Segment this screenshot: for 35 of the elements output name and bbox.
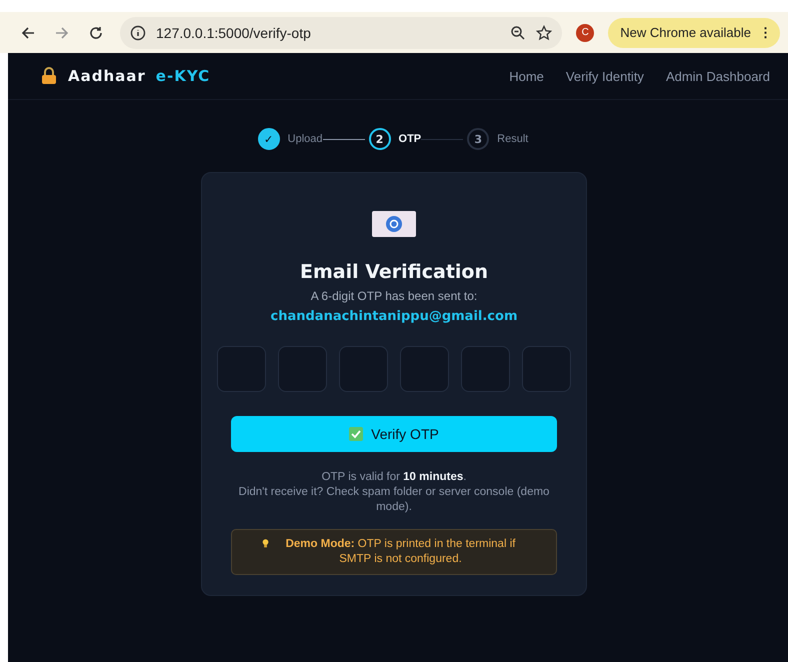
otp-digit-field[interactable] [400,346,449,392]
step-label: Result [497,133,528,145]
otp-digit-field[interactable] [522,346,571,392]
notice-text: Demo Mode: OTP is printed in the terminal if SMTP is not configured. [284,536,516,567]
verify-otp-button[interactable]: Verify OTP [231,416,557,452]
step-label: OTP [398,133,422,145]
otp-digit-field[interactable] [461,346,510,392]
otp-digit-field[interactable] [278,346,327,392]
nav-link[interactable]: Verify Identity [566,68,644,84]
bulb-icon [262,536,270,550]
profile-avatar[interactable]: C [576,24,594,42]
otp-digit-field[interactable] [217,346,266,392]
nav-link[interactable]: Admin Dashboard [666,68,770,84]
sent-message: A 6-digit OTP has been sent to: [310,289,478,303]
email-address: chandanachintanippu@gmail.com [270,309,518,324]
validity-text: OTP is valid for 10 minutes. [320,470,468,485]
zoom-icon[interactable] [510,24,526,40]
info-icon [130,24,146,40]
check-icon [349,427,364,441]
step-label: Upload [288,133,323,145]
brand-accent: e-KYC [156,67,210,85]
otp-digit-field[interactable] [339,346,388,392]
help-text: Didn't receive it? Check spam folder or server console (demo mode). [238,484,550,515]
step-marker: 3 [467,128,490,150]
brand-name: Aadhaar [68,67,146,85]
nav-link[interactable]: Home [509,68,544,84]
star-icon[interactable] [536,24,552,40]
url-text: 127.0.0.1:5000/verify-otp [156,24,312,40]
card-title: Email Verification [300,261,488,283]
update-button[interactable]: New Chrome available ⋮ [608,18,780,48]
envelope-icon [372,211,416,237]
lock-icon [40,67,58,85]
step-marker: ✓ [258,128,280,150]
step-marker: 2 [368,128,391,150]
address-bar[interactable]: 127.0.0.1:5000/verify-otp [120,16,562,48]
